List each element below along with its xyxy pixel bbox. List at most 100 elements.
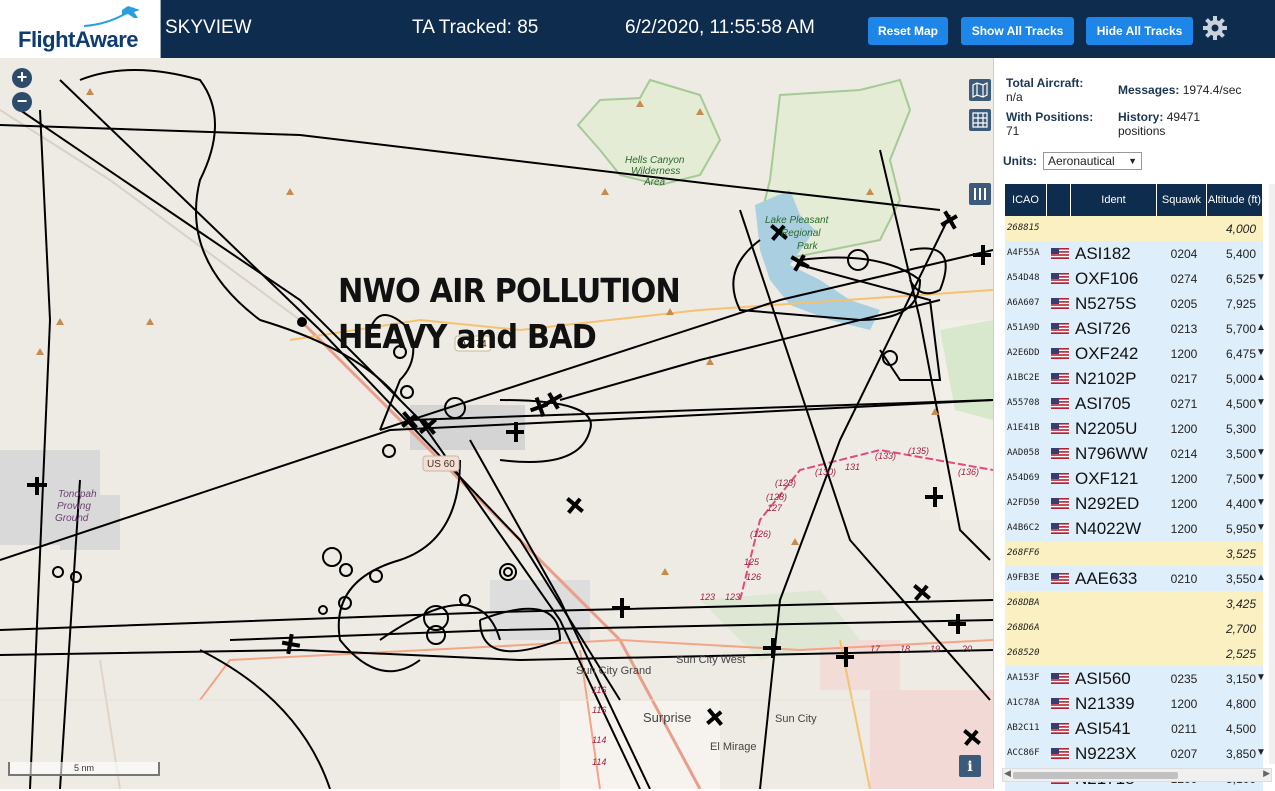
scrollbar-thumb[interactable]: [1013, 772, 1178, 779]
table-row[interactable]: 268D6A 2,700: [1005, 616, 1263, 641]
road-number: 116: [592, 685, 606, 695]
col-header-icao[interactable]: ICAO: [1005, 184, 1047, 216]
cell-icao: A4B6C2: [1007, 523, 1040, 533]
table-row[interactable]: A51A9D ASI726 0213 5,700 ▲: [1005, 316, 1266, 341]
col-header-ident[interactable]: Ident: [1071, 184, 1157, 216]
scroll-right-icon[interactable]: ▶: [1263, 768, 1270, 779]
altitude-trend-icon: ▲: [1256, 322, 1266, 333]
column-toggle-button[interactable]: [969, 183, 991, 205]
cell-altitude: 4,000: [1225, 222, 1256, 236]
cell-squawk: 0271: [1170, 397, 1198, 411]
horizontal-scrollbar[interactable]: ◀ ▶: [1002, 768, 1272, 782]
cell-altitude: 3,850: [1225, 747, 1256, 761]
road-number: 114: [592, 757, 606, 767]
col-header-flag[interactable]: [1047, 184, 1071, 216]
history-count: History: 49471 positions: [1118, 110, 1200, 138]
table-row[interactable]: A2FD50 N292ED 1200 4,400 ▼: [1005, 491, 1266, 516]
history-value: 49471: [1166, 110, 1201, 124]
road-number: 18: [900, 644, 910, 654]
cell-altitude: 7,500: [1225, 472, 1256, 486]
us-flag-icon: [1051, 373, 1069, 384]
table-row[interactable]: A4B6C2 N4022W 1200 5,950 ▼: [1005, 516, 1266, 541]
table-row[interactable]: AB2C11 ASI541 0211 4,500: [1005, 716, 1263, 741]
cell-ident: N9223X: [1075, 744, 1137, 763]
altitude-trend-icon: ▼: [1256, 447, 1266, 458]
info-button[interactable]: i: [959, 755, 981, 777]
table-row[interactable]: 268FF6 3,525: [1005, 541, 1263, 566]
cell-icao: A55708: [1007, 398, 1040, 408]
units-selected-value: Aeronautical: [1048, 154, 1115, 168]
vertical-scrollbar[interactable]: [1269, 184, 1275, 764]
cell-squawk: 0211: [1171, 722, 1197, 736]
zoom-out-button[interactable]: −: [12, 92, 32, 112]
overlay-line-1: NWO AIR POLLUTION: [338, 271, 681, 310]
us-flag-icon: [1051, 498, 1069, 509]
cell-ident: N2102P: [1075, 369, 1137, 388]
cell-ident: N292ED: [1075, 494, 1140, 513]
table-row[interactable]: A54D69 OXF121 1200 7,500 ▼: [1005, 466, 1266, 491]
cell-ident: ASI726: [1075, 319, 1131, 338]
col-header-squawk[interactable]: Squawk: [1157, 184, 1207, 216]
map-canvas[interactable]: Hells Canyon Wilderness Area Lake Pleasa…: [0, 58, 993, 789]
col-header-altitude[interactable]: Altitude (ft): [1207, 184, 1263, 216]
cell-altitude: 4,500: [1225, 397, 1256, 411]
cell-ident: AAE633: [1075, 569, 1138, 588]
map-label: Lake Pleasant: [765, 215, 830, 226]
us-flag-icon: [1051, 698, 1069, 709]
table-row[interactable]: AA153F ASI560 0235 3,150 ▼: [1005, 666, 1266, 691]
table-row[interactable]: A1BC2E N2102P 0217 5,000 ▲: [1005, 366, 1266, 391]
cell-squawk: 0207: [1170, 747, 1198, 761]
receiver-location-marker: [297, 317, 307, 327]
show-all-tracks-button[interactable]: Show All Tracks: [961, 17, 1074, 45]
table-row[interactable]: 268520 2,525: [1005, 641, 1263, 666]
map-area[interactable]: Hells Canyon Wilderness Area Lake Pleasa…: [0, 58, 993, 789]
us-flag-icon: [1051, 423, 1069, 434]
cell-altitude: 5,400: [1225, 247, 1256, 261]
cell-icao: A2FD50: [1007, 498, 1040, 508]
aircraft-panel: Total Aircraft: n/a Messages: 1974.4/sec…: [993, 58, 1275, 791]
road-number: 127: [767, 503, 783, 513]
cell-squawk: 0217: [1170, 372, 1198, 386]
units-select[interactable]: Aeronautical ▼: [1043, 152, 1142, 170]
road-number: 17: [870, 644, 881, 654]
map-layers-button[interactable]: [969, 79, 991, 101]
grid-toggle-button[interactable]: [969, 109, 991, 131]
us-flag-icon: [1051, 748, 1069, 759]
app-title: SKYVIEW: [165, 17, 252, 38]
logo-text: FlightAware: [18, 27, 139, 52]
map-label: Sun City Grand: [576, 665, 651, 677]
table-row[interactable]: A6A607 N5275S 0205 7,925: [1005, 291, 1263, 316]
table-row[interactable]: A1C78A N21339 1200 4,800: [1005, 691, 1263, 716]
map-label: Area: [643, 177, 666, 188]
table-row[interactable]: A2E6DD OXF242 1200 6,475 ▼: [1005, 341, 1266, 366]
cell-altitude: 7,925: [1225, 297, 1256, 311]
table-row[interactable]: A54D48 OXF106 0274 6,525 ▼: [1005, 266, 1266, 291]
table-row[interactable]: A9FB3E AAE633 0210 3,550 ▲: [1005, 566, 1266, 591]
altitude-trend-icon: ▼: [1256, 397, 1266, 408]
table-row[interactable]: ACC86F N9223X 0207 3,850 ▼: [1005, 741, 1266, 766]
reset-map-button[interactable]: Reset Map: [868, 17, 948, 45]
cell-icao: AAD058: [1007, 448, 1040, 458]
scroll-left-icon[interactable]: ◀: [1004, 768, 1011, 779]
table-row[interactable]: A4F55A ASI182 0204 5,400: [1005, 241, 1263, 266]
cell-altitude: 2,525: [1225, 647, 1256, 661]
messages-label: Messages:: [1118, 83, 1180, 97]
road-number: 20: [961, 644, 972, 654]
hide-all-tracks-button[interactable]: Hide All Tracks: [1086, 17, 1193, 45]
altitude-trend-icon: ▼: [1256, 522, 1266, 533]
cell-squawk: 0235: [1170, 672, 1198, 686]
table-row[interactable]: 268DBA 3,425: [1005, 591, 1263, 616]
zoom-in-button[interactable]: +: [12, 68, 32, 88]
table-row[interactable]: A55708 ASI705 0271 4,500 ▼: [1005, 391, 1266, 416]
map-label: Hells Canyon: [625, 155, 685, 166]
cell-ident: N4022W: [1075, 519, 1142, 538]
scale-bar: 5 nm: [8, 762, 160, 776]
table-row[interactable]: 268815 4,000: [1005, 216, 1263, 241]
altitude-trend-icon: ▼: [1256, 672, 1266, 683]
total-aircraft-value: n/a: [1006, 90, 1023, 104]
table-row[interactable]: AAD058 N796WW 0214 3,500 ▼: [1005, 441, 1266, 466]
minus-icon: −: [16, 91, 28, 111]
table-row[interactable]: A1E41B N2205U 1200 5,300: [1005, 416, 1263, 441]
flightaware-logo[interactable]: FlightAware: [0, 0, 161, 58]
gear-icon[interactable]: [1201, 14, 1229, 42]
